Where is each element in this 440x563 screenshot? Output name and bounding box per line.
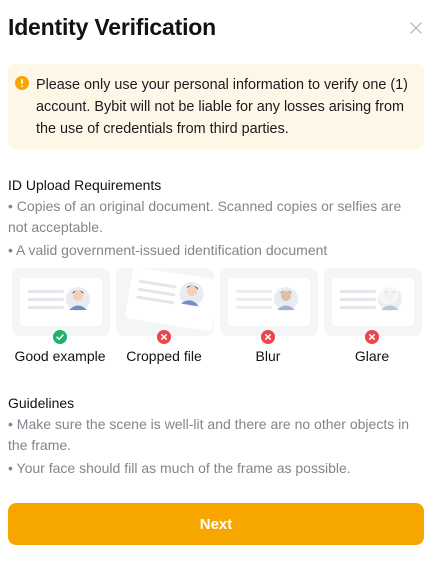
identity-verification-modal: Identity Verification Please only use yo… <box>0 0 440 563</box>
example-label: Good example <box>14 348 106 364</box>
requirement-item: • Copies of an original document. Scanne… <box>8 198 402 235</box>
example-gallery: Good example Cropped file Blur Glare <box>8 268 428 368</box>
next-button[interactable]: Next <box>8 503 424 545</box>
example-card-glare <box>324 268 422 336</box>
example-label: Glare <box>354 348 390 364</box>
close-icon[interactable] <box>405 17 427 39</box>
example-label: Blur <box>255 348 281 364</box>
requirements-title: ID Upload Requirements <box>8 177 162 193</box>
example-label: Cropped file <box>126 348 202 364</box>
guideline-item: • Your face should fill as much of the f… <box>8 460 351 476</box>
warning-icon <box>15 76 29 90</box>
example-card-good <box>12 268 110 336</box>
error-circle-icon <box>157 330 171 344</box>
error-circle-icon <box>261 330 275 344</box>
notice-text: Please only use your personal informatio… <box>36 77 408 137</box>
example-card-cropped <box>116 268 214 336</box>
guideline-item: • Make sure the scene is well-lit and th… <box>8 416 409 453</box>
modal-title: Identity Verification <box>8 14 216 40</box>
requirement-item: • A valid government-issued identificati… <box>8 242 328 258</box>
guidelines-title: Guidelines <box>8 395 75 411</box>
notice-banner: Please only use your personal informatio… <box>8 64 424 149</box>
error-circle-icon <box>365 330 379 344</box>
example-card-blur <box>220 268 318 336</box>
check-circle-icon <box>53 330 67 344</box>
